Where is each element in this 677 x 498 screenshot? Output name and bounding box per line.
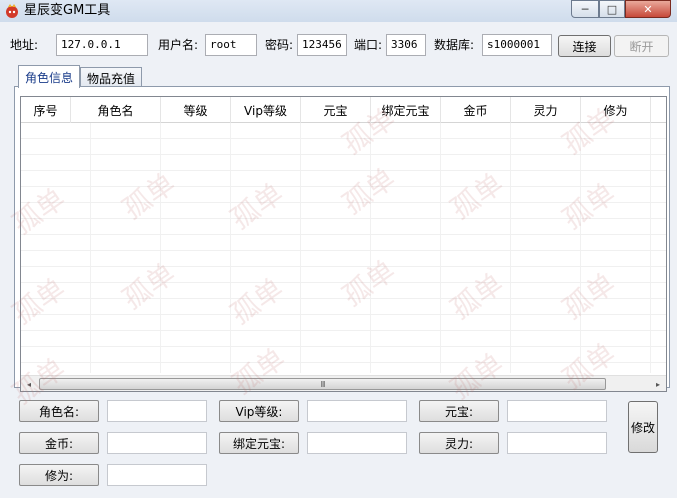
address-label: 地址: <box>10 38 39 52</box>
password-label: 密码: <box>265 38 294 52</box>
column-header-spirit[interactable]: 灵力 <box>511 97 581 123</box>
column-header-level[interactable]: 等级 <box>161 97 231 123</box>
column-header-cultivation[interactable]: 修为 <box>581 97 651 123</box>
ingot-label: 元宝: <box>419 400 499 422</box>
ingot-input[interactable] <box>507 400 607 422</box>
column-header-index[interactable]: 序号 <box>21 97 71 123</box>
connect-button[interactable]: 连接 <box>558 35 611 57</box>
grid-header: 序号 角色名 等级 Vip等级 元宝 绑定元宝 金币 灵力 修为 <box>21 97 666 123</box>
bound-ingot-label: 绑定元宝: <box>219 432 299 454</box>
address-input[interactable]: 127.0.0.1 <box>56 34 148 56</box>
tab-item-recharge[interactable]: 物品充值 <box>80 67 142 88</box>
scroll-thumb[interactable]: III <box>39 378 606 390</box>
port-label: 端口: <box>354 38 383 52</box>
password-input[interactable]: 123456 <box>297 34 347 56</box>
scroll-left-arrow-icon[interactable]: ◂ <box>23 377 35 391</box>
port-input[interactable]: 3306 <box>386 34 426 56</box>
role-grid[interactable]: 序号 角色名 等级 Vip等级 元宝 绑定元宝 金币 灵力 修为 ◂ III ▸ <box>20 96 667 392</box>
database-input[interactable]: s1000001 <box>482 34 552 56</box>
minimize-button[interactable]: ─ <box>571 0 599 18</box>
grid-body[interactable] <box>21 123 666 373</box>
modify-button[interactable]: 修改 <box>628 401 658 453</box>
username-input[interactable]: root <box>205 34 257 56</box>
horizontal-scrollbar[interactable]: ◂ III ▸ <box>21 375 666 391</box>
close-button[interactable]: ✕ <box>625 0 671 18</box>
scroll-right-arrow-icon[interactable]: ▸ <box>652 377 664 391</box>
maximize-button[interactable]: □ <box>599 0 625 18</box>
cultivation-label: 修为: <box>19 464 99 486</box>
column-header-role-name[interactable]: 角色名 <box>71 97 161 123</box>
database-label: 数据库: <box>434 38 475 52</box>
role-name-input[interactable] <box>107 400 207 422</box>
spirit-label: 灵力: <box>419 432 499 454</box>
window-title: 星辰变GM工具 <box>24 3 111 18</box>
username-label: 用户名: <box>158 38 199 52</box>
cultivation-input[interactable] <box>107 464 207 486</box>
column-header-bound-ingot[interactable]: 绑定元宝 <box>371 97 441 123</box>
spirit-input[interactable] <box>507 432 607 454</box>
column-header-gold[interactable]: 金币 <box>441 97 511 123</box>
role-name-label: 角色名: <box>19 400 99 422</box>
gold-input[interactable] <box>107 432 207 454</box>
tab-role-info[interactable]: 角色信息 <box>18 65 80 88</box>
gold-label: 金币: <box>19 432 99 454</box>
column-header-ingot[interactable]: 元宝 <box>301 97 371 123</box>
disconnect-button[interactable]: 断开 <box>614 35 669 57</box>
vip-level-input[interactable] <box>307 400 407 422</box>
bound-ingot-input[interactable] <box>307 432 407 454</box>
column-header-vip-level[interactable]: Vip等级 <box>231 97 301 123</box>
app-logo-icon <box>4 3 20 19</box>
vip-level-label: Vip等级: <box>219 400 299 422</box>
